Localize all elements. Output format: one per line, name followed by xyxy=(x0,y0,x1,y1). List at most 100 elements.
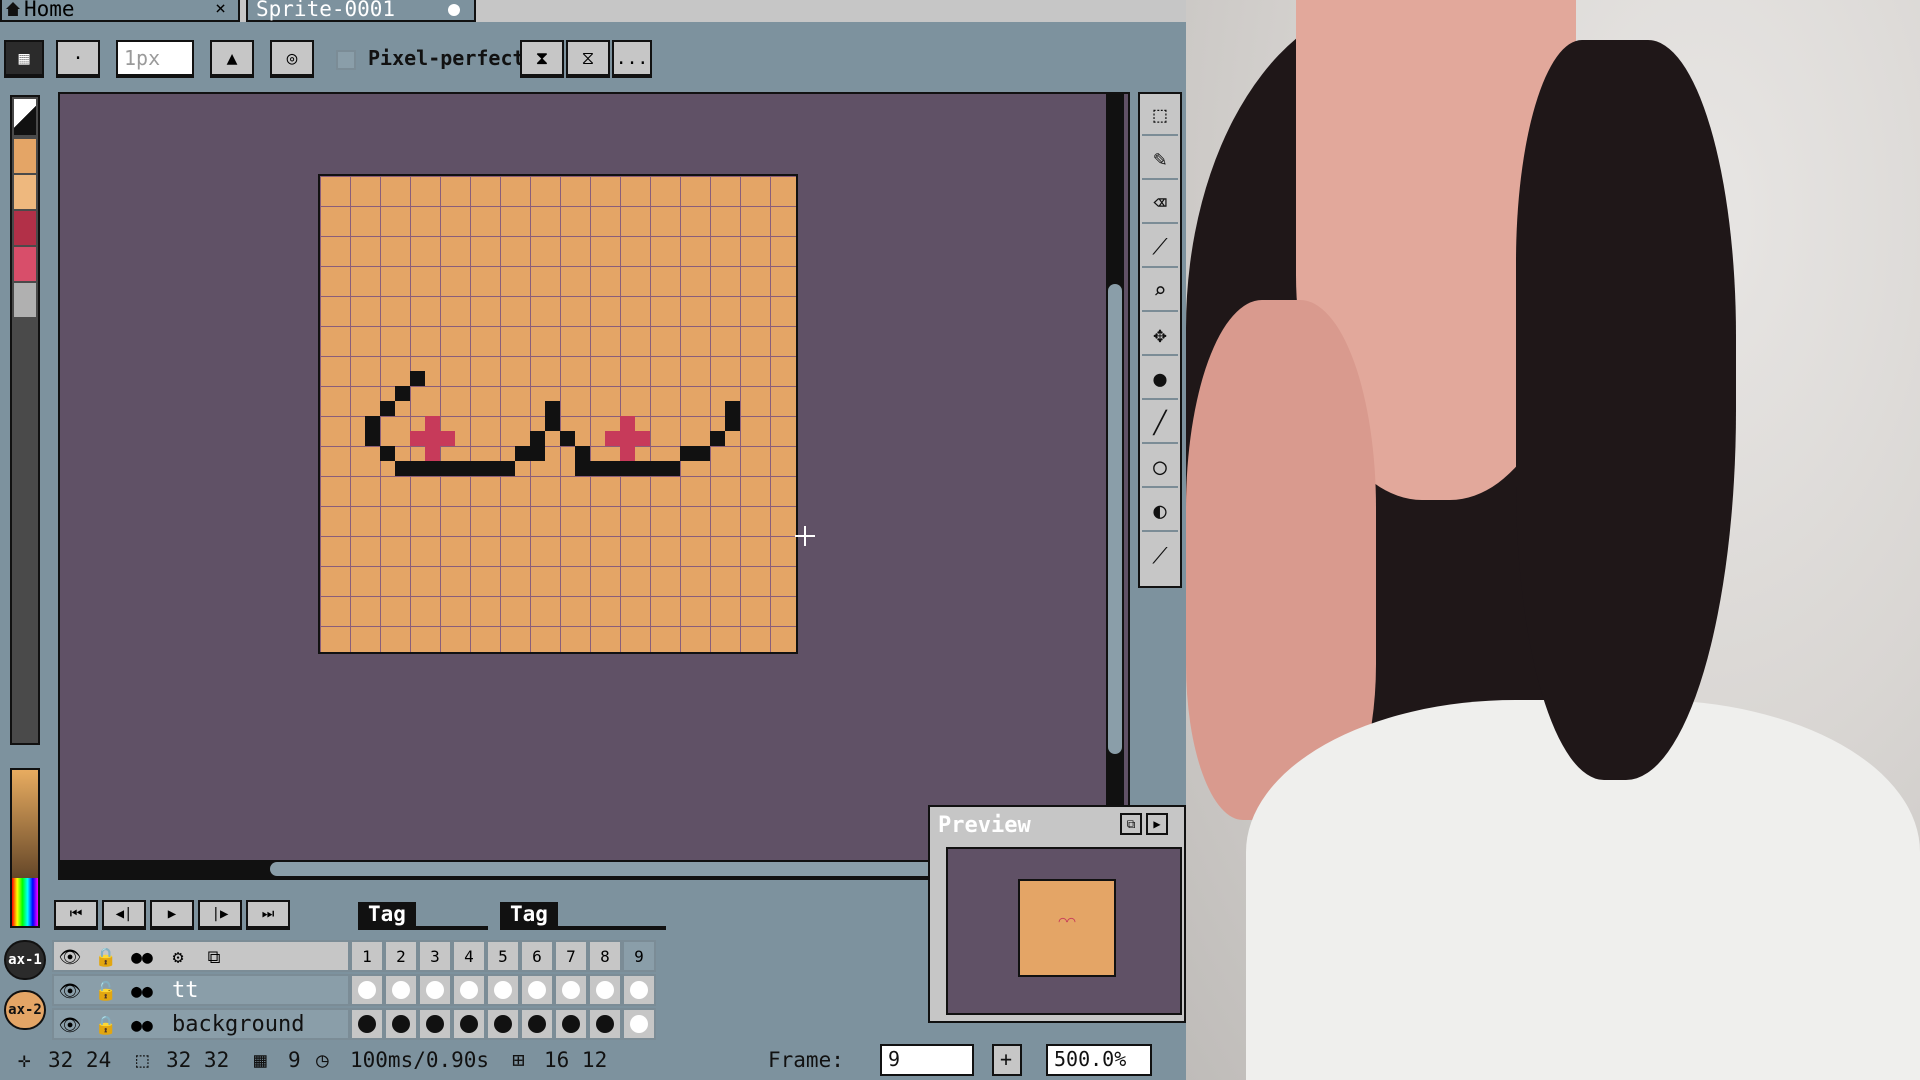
frame-header[interactable]: 6 xyxy=(520,940,554,972)
cel[interactable] xyxy=(452,1008,486,1040)
eyedropper-tool-icon[interactable]: ⟋ xyxy=(1142,228,1178,268)
fill-tool-icon[interactable]: ● xyxy=(1142,360,1178,400)
horizontal-scroll-thumb[interactable] xyxy=(270,862,990,876)
zoom-tool-icon[interactable]: ⌕ xyxy=(1142,272,1178,312)
frame-header[interactable]: 9 xyxy=(622,940,656,972)
preview-fit-button[interactable]: ⧉ xyxy=(1120,813,1142,835)
new-frame-button[interactable]: + xyxy=(992,1044,1022,1076)
cel[interactable] xyxy=(384,974,418,1006)
tab-sprite[interactable]: Sprite-0001 xyxy=(246,0,476,22)
cel[interactable] xyxy=(350,974,384,1006)
move-tool-icon[interactable]: ✥ xyxy=(1142,316,1178,356)
grid-size: 16 12 xyxy=(544,1048,608,1072)
brush-size-input[interactable]: 1px xyxy=(116,40,194,78)
layer-name: background xyxy=(172,1012,305,1037)
pencil-tool-icon[interactable]: ✎ xyxy=(1142,140,1178,180)
brush-type-button[interactable]: · xyxy=(56,40,100,78)
brush-dot-icon: · xyxy=(72,47,84,69)
lock-icon[interactable]: 🔓 xyxy=(94,980,118,1002)
unsaved-dot-icon[interactable] xyxy=(448,4,460,16)
symmetry-icon: ⧗ xyxy=(535,47,549,69)
lock-icon[interactable]: 🔒 xyxy=(94,1014,118,1036)
more-options-button[interactable]: ... xyxy=(612,40,652,78)
line-tool-icon[interactable]: ╱ xyxy=(1142,404,1178,444)
palette-swatch-red[interactable] xyxy=(14,211,36,245)
frame-tag-range xyxy=(358,926,488,930)
continuous-icon[interactable]: ●● xyxy=(130,980,154,1002)
timeline: ⏮ ◀| ▶ |▶ ⏭ Tag Tag 👁 🔒 ●● ⚙ ⧉ 1 2 3 4 5… xyxy=(0,888,930,1040)
frame-tag[interactable]: Tag xyxy=(358,902,416,928)
palette-swatch-light-tan[interactable] xyxy=(14,175,36,209)
tab-home[interactable]: Home × xyxy=(0,0,240,22)
layer-options-icon[interactable]: ⧉ xyxy=(202,946,226,968)
preview-play-button[interactable]: ▶ xyxy=(1146,813,1168,835)
layer-row[interactable]: 👁 🔓 ●● tt xyxy=(52,974,672,1006)
palette-swatch-grey[interactable] xyxy=(14,283,36,317)
frame-header[interactable]: 7 xyxy=(554,940,588,972)
cel[interactable] xyxy=(452,974,486,1006)
symmetry-vertical-button[interactable]: ⧗ xyxy=(520,40,564,78)
symmetry-horizontal-button[interactable]: ⧖ xyxy=(566,40,610,78)
frame-header[interactable]: 5 xyxy=(486,940,520,972)
continuous-icon[interactable]: ●● xyxy=(130,946,154,968)
preview-viewport[interactable]: ⌒⌒ xyxy=(946,847,1182,1015)
blur-tool-icon[interactable]: ◐ xyxy=(1142,492,1178,532)
cel[interactable] xyxy=(520,1008,554,1040)
last-frame-button[interactable]: ⏭ xyxy=(246,900,290,930)
frame-header[interactable]: 8 xyxy=(588,940,622,972)
frame-tag[interactable]: Tag xyxy=(500,902,558,928)
next-frame-button[interactable]: |▶ xyxy=(198,900,242,930)
palette-swatch-pink[interactable] xyxy=(14,247,36,281)
lock-icon[interactable]: 🔒 xyxy=(94,946,118,968)
grid-icon: ⊞ xyxy=(512,1048,525,1072)
cel[interactable] xyxy=(486,974,520,1006)
palette-swatch-black[interactable] xyxy=(14,99,36,135)
cel[interactable] xyxy=(588,974,622,1006)
prev-frame-button[interactable]: ◀| xyxy=(102,900,146,930)
cel[interactable] xyxy=(418,974,452,1006)
pixel-perfect-checkbox[interactable] xyxy=(336,50,356,70)
cel[interactable] xyxy=(486,1008,520,1040)
aseprite-app: Home × Sprite-0001 ▦ · 1px ▲ ◎ Pixel-per… xyxy=(0,0,1186,1080)
layer-head-background[interactable]: 👁 🔒 ●● background xyxy=(52,1008,350,1040)
cel[interactable] xyxy=(520,974,554,1006)
layer-row[interactable]: 👁 🔒 ●● background xyxy=(52,1008,672,1040)
visibility-icon[interactable]: 👁 xyxy=(58,1014,82,1036)
sprite-canvas[interactable] xyxy=(318,174,798,654)
visibility-icon[interactable]: 👁 xyxy=(58,946,82,968)
cel[interactable] xyxy=(554,1008,588,1040)
ellipse-tool-icon[interactable]: ◯ xyxy=(1142,448,1178,488)
continuous-icon[interactable]: ●● xyxy=(130,1014,154,1036)
pixel xyxy=(380,446,395,461)
pixel-accent xyxy=(410,431,455,446)
close-icon[interactable]: × xyxy=(215,0,226,18)
visibility-icon[interactable]: 👁 xyxy=(58,980,82,1002)
ink-type-button[interactable]: ▲ xyxy=(210,40,254,78)
brush-tool-icon[interactable]: ⟋ xyxy=(1142,536,1178,576)
frame-header[interactable]: 2 xyxy=(384,940,418,972)
cel[interactable] xyxy=(588,1008,622,1040)
ink-mode-button[interactable]: ▦ xyxy=(4,40,44,78)
dynamics-button[interactable]: ◎ xyxy=(270,40,314,78)
frame-header[interactable]: 3 xyxy=(418,940,452,972)
cel[interactable] xyxy=(350,1008,384,1040)
canvas-viewport[interactable] xyxy=(58,92,1130,880)
onion-skin-icon[interactable]: ⚙ xyxy=(166,946,190,968)
marquee-tool-icon[interactable]: ⬚ xyxy=(1142,96,1178,136)
frame-header[interactable]: 1 xyxy=(350,940,384,972)
cel[interactable] xyxy=(384,1008,418,1040)
zoom-input[interactable]: 500.0% xyxy=(1046,1044,1152,1076)
first-frame-button[interactable]: ⏮ xyxy=(54,900,98,930)
cel[interactable] xyxy=(554,974,588,1006)
eraser-tool-icon[interactable]: ⌫ xyxy=(1142,184,1178,224)
frame-header[interactable]: 4 xyxy=(452,940,486,972)
cel[interactable] xyxy=(418,1008,452,1040)
cel[interactable] xyxy=(622,1008,656,1040)
vertical-scroll-thumb[interactable] xyxy=(1108,284,1122,754)
play-button[interactable]: ▶ xyxy=(150,900,194,930)
tab-sprite-label: Sprite-0001 xyxy=(256,0,396,21)
layer-head-tt[interactable]: 👁 🔓 ●● tt xyxy=(52,974,350,1006)
palette-swatch-tan[interactable] xyxy=(14,139,36,173)
frame-input[interactable]: 9 xyxy=(880,1044,974,1076)
cel[interactable] xyxy=(622,974,656,1006)
